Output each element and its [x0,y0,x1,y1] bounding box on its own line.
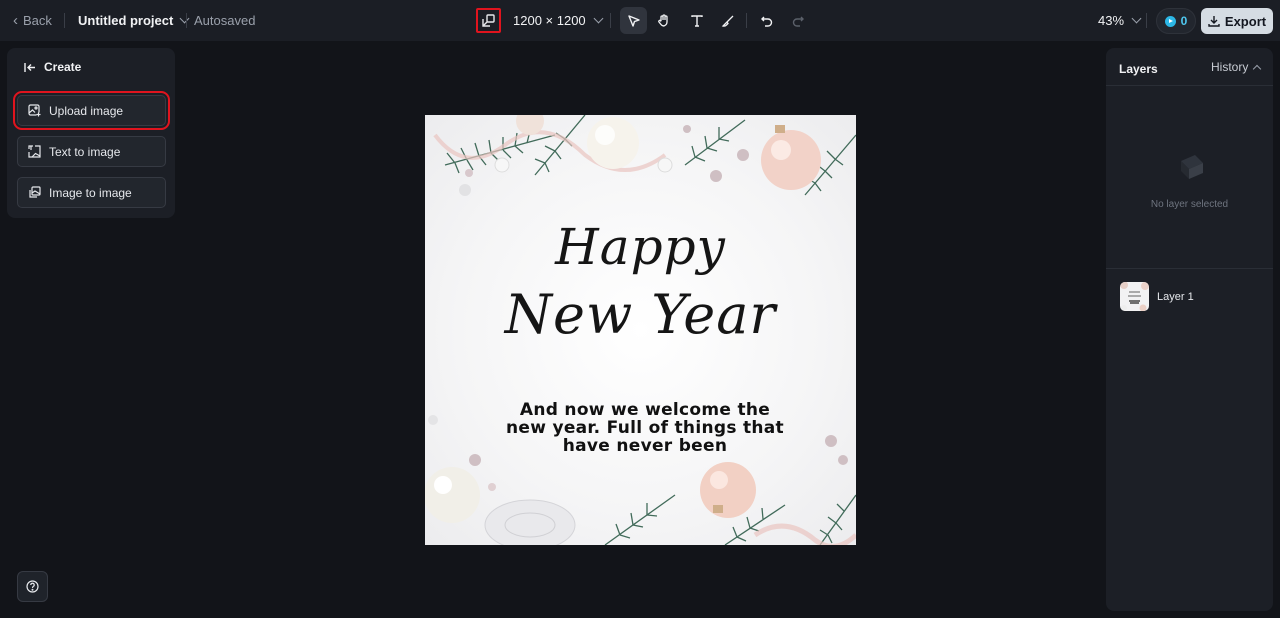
text-icon [690,14,703,27]
brush-tool[interactable] [714,7,741,34]
text-to-image-button[interactable]: Text to image [17,136,166,167]
layer-item[interactable]: Layer 1 [1120,282,1194,311]
back-label: Back [23,13,52,28]
design-canvas[interactable]: Happy New Year And now we welcome the ne… [425,115,856,545]
headline-line-2[interactable]: New Year [425,283,856,346]
chevron-down-icon [1131,13,1142,24]
image-to-image-icon [29,186,41,198]
select-tool[interactable] [620,7,647,34]
image-to-image-button[interactable]: Image to image [17,177,166,208]
cursor-icon [627,14,640,27]
project-title-menu[interactable]: Untitled project [78,0,190,41]
text-to-image-label: Text to image [49,144,121,159]
redo-icon [792,16,804,27]
history-toggle[interactable]: History [1211,60,1262,74]
back-button[interactable]: ‹ Back [13,0,52,41]
chevron-left-icon: ‹ [13,12,18,29]
no-layer-selected-text: No layer selected [1150,199,1229,210]
layers-panel: Layers History No layer selected Layer 1 [1106,48,1273,611]
layers-title: Layers [1119,62,1158,76]
undo-icon [760,16,772,27]
export-label: Export [1224,13,1267,29]
collapse-left-icon [24,62,35,72]
chevron-up-icon [1253,64,1262,74]
divider [1106,268,1273,269]
text-tool[interactable] [683,7,710,34]
download-icon [1208,16,1220,27]
text-to-image-icon [28,145,41,158]
resize-icon [482,14,495,27]
autosave-status: Autosaved [194,13,256,28]
layer-name: Layer 1 [1157,290,1194,303]
upload-image-label: Upload image [49,103,124,118]
top-bar: ‹ Back Untitled project Autosaved 1200 ×… [0,0,1280,41]
divider [1106,85,1273,86]
project-title: Untitled project [78,13,174,28]
divider [186,13,187,28]
hand-tool[interactable] [650,7,677,34]
help-button[interactable] [17,571,48,602]
zoom-select[interactable]: 43% [1098,0,1142,41]
credits-badge[interactable]: 0 [1156,8,1196,34]
chevron-down-icon [593,13,604,24]
divider [610,13,611,28]
create-panel-title: Create [44,60,82,74]
headline-line-1[interactable]: Happy [425,218,856,276]
export-button[interactable]: Export [1201,8,1273,34]
divider [1146,13,1147,28]
canvas-size-select[interactable]: 1200 × 1200 [513,0,604,41]
upload-image-icon [28,104,41,117]
body-text[interactable]: And now we welcome the new year. Full of… [503,401,787,455]
credits-count: 0 [1180,14,1188,28]
history-label: History [1211,60,1249,74]
chevron-down-icon [179,13,190,24]
image-to-image-label: Image to image [49,185,132,200]
resize-canvas-button[interactable] [476,8,501,33]
layer-thumbnail [1120,282,1149,311]
brush-icon [721,15,733,27]
divider [746,13,747,28]
hand-icon [657,13,668,27]
create-panel: Create Upload image Text to image Image … [7,48,175,218]
help-icon [26,580,39,593]
undo-button[interactable] [753,7,780,34]
upload-image-button[interactable]: Upload image [13,91,170,130]
divider [64,13,65,28]
credits-icon [1164,15,1176,27]
create-panel-header[interactable]: Create [24,60,81,74]
redo-button[interactable] [784,7,811,34]
zoom-value: 43% [1098,13,1125,28]
canvas-size-value: 1200 × 1200 [513,13,586,28]
empty-layers-icon [1181,155,1203,179]
